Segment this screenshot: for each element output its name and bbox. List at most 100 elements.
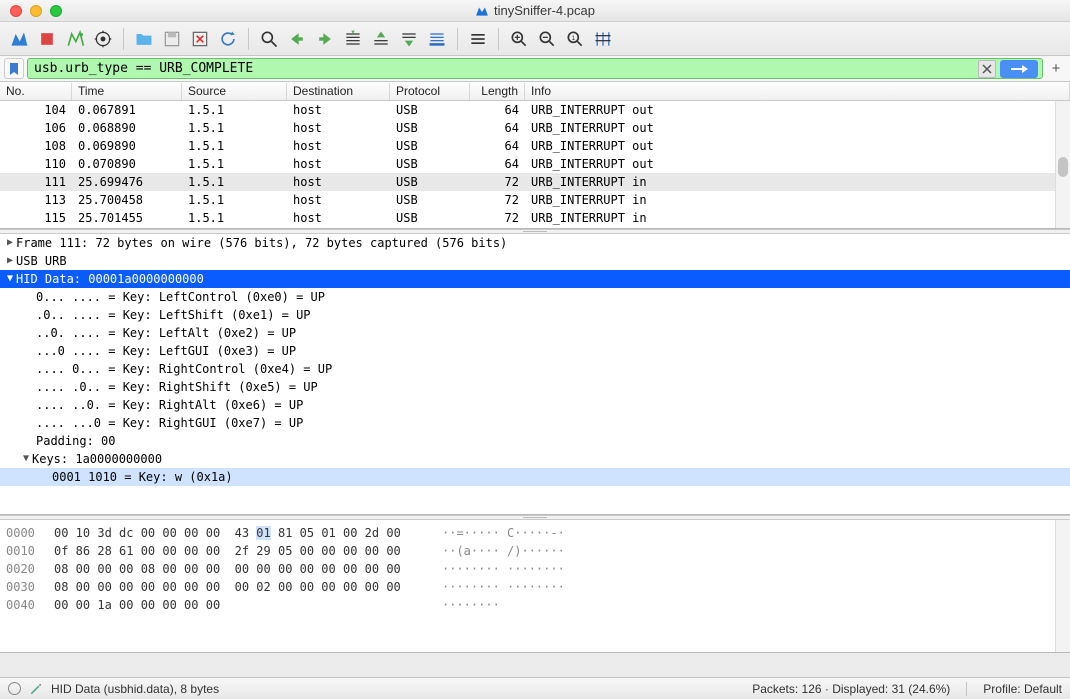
- tree-keys[interactable]: ▼Keys: 1a0000000000: [0, 450, 1070, 468]
- capture-options-button[interactable]: [90, 26, 116, 52]
- titlebar: tinySniffer-4.pcap: [0, 0, 1070, 22]
- filter-apply-button[interactable]: [1000, 60, 1038, 78]
- tree-frame[interactable]: ▶Frame 111: 72 bytes on wire (576 bits),…: [0, 234, 1070, 252]
- tree-modifier-row[interactable]: .... .0.. = Key: RightShift (0xe5) = UP: [0, 378, 1070, 396]
- svg-text:1: 1: [571, 34, 575, 41]
- packet-list-pane: No. Time Source Destination Protocol Len…: [0, 83, 1070, 229]
- tree-modifier-row[interactable]: .... 0... = Key: RightControl (0xe4) = U…: [0, 360, 1070, 378]
- status-left: HID Data (usbhid.data), 8 bytes: [8, 682, 219, 696]
- packet-details-pane[interactable]: ▶Frame 111: 72 bytes on wire (576 bits),…: [0, 234, 1070, 515]
- filter-text-field[interactable]: [34, 61, 1036, 76]
- tree-usb-urb[interactable]: ▶USB URB: [0, 252, 1070, 270]
- toolbar: 1: [0, 22, 1070, 56]
- chevron-down-icon: ▼: [20, 450, 32, 468]
- packet-row[interactable]: 11525.7014551.5.1hostUSB72URB_INTERRUPT …: [0, 209, 1070, 227]
- packet-row[interactable]: 1060.0688901.5.1hostUSB64URB_INTERRUPT o…: [0, 119, 1070, 137]
- status-profile[interactable]: Profile: Default: [983, 682, 1062, 696]
- zoom-out-button[interactable]: [534, 26, 560, 52]
- add-filter-button[interactable]: +: [1046, 58, 1066, 79]
- go-to-last-button[interactable]: [396, 26, 422, 52]
- edit-icon[interactable]: [29, 682, 43, 696]
- tree-modifier-row[interactable]: .0.. .... = Key: LeftShift (0xe1) = UP: [0, 306, 1070, 324]
- chevron-right-icon: ▶: [4, 234, 16, 252]
- go-back-button[interactable]: [284, 26, 310, 52]
- status-bar: HID Data (usbhid.data), 8 bytes Packets:…: [0, 677, 1070, 699]
- reload-file-button[interactable]: [215, 26, 241, 52]
- packet-bytes-pane[interactable]: 000000 10 3d dc 00 00 00 00 43 01 81 05 …: [0, 520, 1070, 653]
- hex-row[interactable]: 002008 00 00 00 08 00 00 00 00 00 00 00 …: [6, 560, 1064, 578]
- scrollbar-thumb[interactable]: [1058, 157, 1068, 177]
- colorize-button[interactable]: [465, 26, 491, 52]
- separator-icon: [966, 682, 967, 696]
- column-info[interactable]: Info: [525, 83, 1070, 100]
- column-time[interactable]: Time: [72, 83, 182, 100]
- filter-bookmark-button[interactable]: [4, 58, 24, 79]
- go-to-first-button[interactable]: [368, 26, 394, 52]
- tree-modifier-row[interactable]: .... ...0 = Key: RightGUI (0xe7) = UP: [0, 414, 1070, 432]
- tree-frame-text: Frame 111: 72 bytes on wire (576 bits), …: [16, 234, 507, 252]
- packet-row[interactable]: 11125.6994761.5.1hostUSB72URB_INTERRUPT …: [0, 173, 1070, 191]
- wireshark-icon: [475, 4, 489, 18]
- separator-icon: [123, 28, 124, 50]
- hex-row[interactable]: 000000 10 3d dc 00 00 00 00 43 01 81 05 …: [6, 524, 1064, 542]
- column-no[interactable]: No.: [0, 83, 72, 100]
- tree-key-detail-text: 0001 1010 = Key: w (0x1a): [52, 468, 233, 486]
- tree-modifier-row[interactable]: ...0 .... = Key: LeftGUI (0xe3) = UP: [0, 342, 1070, 360]
- tree-modifier-row[interactable]: .... ..0. = Key: RightAlt (0xe6) = UP: [0, 396, 1070, 414]
- display-filter-input[interactable]: [27, 58, 1043, 79]
- separator-icon: [457, 28, 458, 50]
- find-packet-button[interactable]: [256, 26, 282, 52]
- status-field-info: HID Data (usbhid.data), 8 bytes: [51, 682, 219, 696]
- start-capture-button[interactable]: [6, 26, 32, 52]
- filter-clear-button[interactable]: [978, 60, 996, 78]
- zoom-reset-button[interactable]: 1: [562, 26, 588, 52]
- column-dest[interactable]: Destination: [287, 83, 390, 100]
- filter-bar: +: [0, 56, 1070, 82]
- packet-list-scrollbar[interactable]: [1055, 101, 1070, 228]
- arrow-right-icon: [1009, 64, 1029, 74]
- save-file-button[interactable]: [159, 26, 185, 52]
- tree-hid-text: HID Data: 00001a0000000000: [16, 270, 204, 288]
- chevron-down-icon: ▼: [4, 270, 16, 288]
- go-forward-button[interactable]: [312, 26, 338, 52]
- tree-hid-data[interactable]: ▼HID Data: 00001a0000000000: [0, 270, 1070, 288]
- separator-icon: [248, 28, 249, 50]
- column-proto[interactable]: Protocol: [390, 83, 470, 100]
- restart-capture-button[interactable]: [62, 26, 88, 52]
- x-icon: [982, 64, 992, 74]
- window-title-text: tinySniffer-4.pcap: [494, 3, 595, 18]
- open-file-button[interactable]: [131, 26, 157, 52]
- chevron-right-icon: ▶: [4, 252, 16, 270]
- workspace: No. Time Source Destination Protocol Len…: [0, 82, 1070, 677]
- tree-modifier-row[interactable]: ..0. .... = Key: LeftAlt (0xe2) = UP: [0, 324, 1070, 342]
- column-source[interactable]: Source: [182, 83, 287, 100]
- auto-scroll-button[interactable]: [424, 26, 450, 52]
- hex-row[interactable]: 004000 00 1a 00 00 00 00 00 ········: [6, 596, 1064, 614]
- packet-list-body[interactable]: 1040.0678911.5.1hostUSB64URB_INTERRUPT o…: [0, 101, 1070, 228]
- tree-keys-text: Keys: 1a0000000000: [32, 450, 162, 468]
- column-length[interactable]: Length: [470, 83, 525, 100]
- status-packet-count: Packets: 126 · Displayed: 31 (24.6%): [752, 682, 950, 696]
- packet-row[interactable]: 1100.0708901.5.1hostUSB64URB_INTERRUPT o…: [0, 155, 1070, 173]
- expert-info-button[interactable]: [8, 682, 21, 695]
- resize-columns-button[interactable]: [590, 26, 616, 52]
- window-title: tinySniffer-4.pcap: [0, 3, 1070, 18]
- packet-row[interactable]: 1080.0698901.5.1hostUSB64URB_INTERRUPT o…: [0, 137, 1070, 155]
- packet-row[interactable]: 11325.7004581.5.1hostUSB72URB_INTERRUPT …: [0, 191, 1070, 209]
- tree-key-detail[interactable]: 0001 1010 = Key: w (0x1a): [0, 468, 1070, 486]
- zoom-in-button[interactable]: [506, 26, 532, 52]
- packet-list-header[interactable]: No. Time Source Destination Protocol Len…: [0, 83, 1070, 101]
- tree-modifier-row[interactable]: 0... .... = Key: LeftControl (0xe0) = UP: [0, 288, 1070, 306]
- tree-padding[interactable]: Padding: 00: [0, 432, 1070, 450]
- bookmark-icon: [8, 62, 20, 76]
- close-file-button[interactable]: [187, 26, 213, 52]
- go-to-packet-button[interactable]: [340, 26, 366, 52]
- stop-capture-button[interactable]: [34, 26, 60, 52]
- separator-icon: [498, 28, 499, 50]
- tree-usb-text: USB URB: [16, 252, 67, 270]
- tree-padding-text: Padding: 00: [36, 432, 115, 450]
- packet-row[interactable]: 1040.0678911.5.1hostUSB64URB_INTERRUPT o…: [0, 101, 1070, 119]
- hex-row[interactable]: 003008 00 00 00 00 00 00 00 00 02 00 00 …: [6, 578, 1064, 596]
- hex-row[interactable]: 00100f 86 28 61 00 00 00 00 2f 29 05 00 …: [6, 542, 1064, 560]
- hex-scrollbar[interactable]: [1055, 520, 1070, 652]
